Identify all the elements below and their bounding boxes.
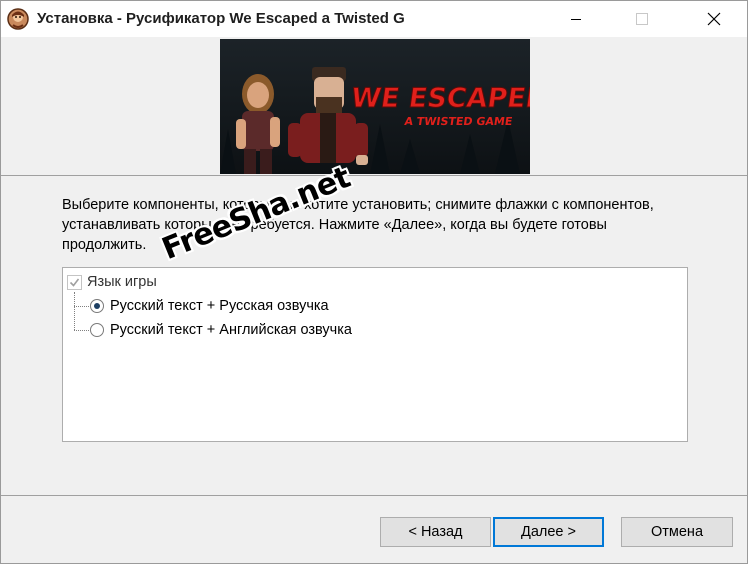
next-button[interactable]: Далее >	[493, 517, 604, 547]
option-russian-voice[interactable]: Русский текст + Русская озвучка	[90, 295, 329, 317]
maximize-button[interactable]	[619, 1, 665, 37]
instructions-text: Выберите компоненты, которые вы хотите у…	[62, 197, 654, 253]
app-icon	[7, 8, 29, 30]
footer-separator	[1, 495, 747, 496]
option-label: Русский текст + Английская озвучка	[110, 322, 352, 338]
close-button[interactable]	[691, 1, 737, 37]
close-icon	[707, 12, 721, 26]
tree-line	[74, 306, 89, 307]
minimize-icon	[571, 19, 581, 20]
cancel-button[interactable]: Отмена	[621, 517, 733, 547]
minimize-button[interactable]	[553, 1, 599, 37]
option-label: Русский текст + Русская озвучка	[110, 298, 329, 314]
tree-line	[74, 292, 75, 330]
installer-window: Установка - Русификатор We Escaped a Twi…	[0, 0, 748, 564]
tree-item-game-language[interactable]: Язык игры	[67, 271, 157, 293]
title-bar: Установка - Русификатор We Escaped a Twi…	[1, 1, 747, 37]
banner-area: WE ESCAPED A TWISTED GAME	[1, 37, 747, 176]
game-banner: WE ESCAPED A TWISTED GAME	[220, 39, 530, 174]
components-tree[interactable]: Язык игры Русский текст + Русская озвучк…	[62, 267, 688, 442]
window-title: Установка - Русификатор We Escaped a Twi…	[37, 10, 405, 27]
banner-title: WE ESCAPED	[349, 83, 530, 114]
group-label: Язык игры	[87, 274, 157, 290]
group-checkbox[interactable]	[67, 274, 82, 290]
tree-line	[74, 330, 89, 331]
checkmark-icon	[69, 278, 80, 287]
back-button[interactable]: < Назад	[380, 517, 491, 547]
option-english-voice[interactable]: Русский текст + Английская озвучка	[90, 319, 352, 341]
banner-subtitle: A TWISTED GAME	[404, 115, 514, 128]
radio-english-voice[interactable]	[90, 323, 104, 337]
radio-russian-voice[interactable]	[90, 299, 104, 313]
maximize-icon	[636, 13, 648, 25]
